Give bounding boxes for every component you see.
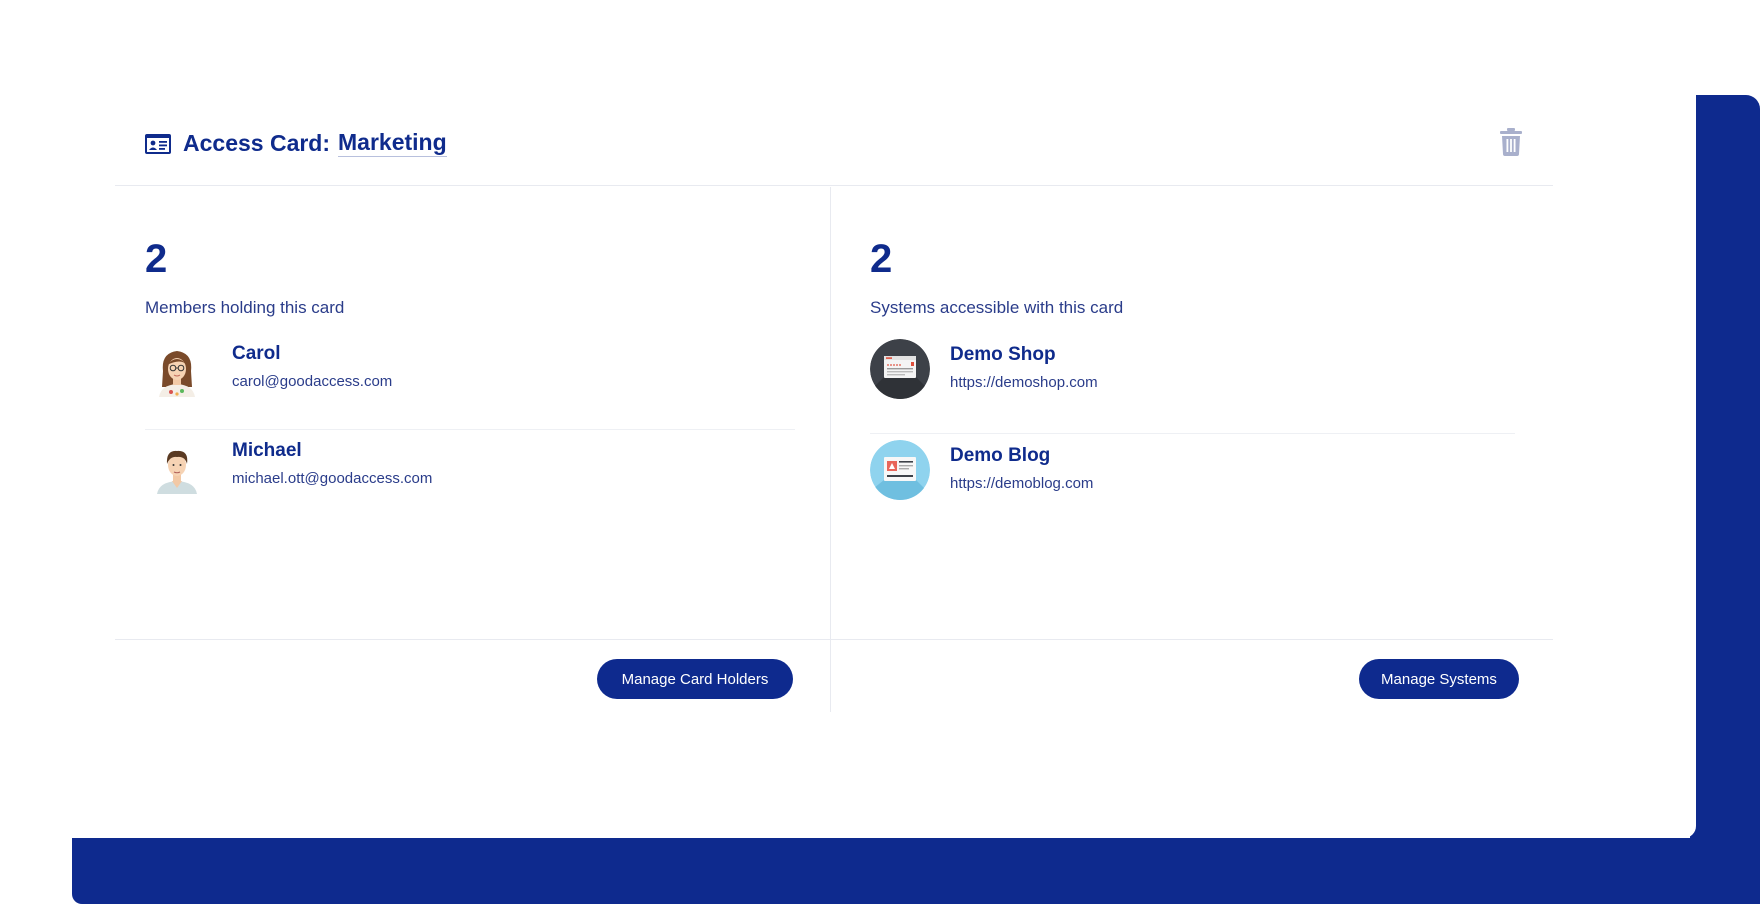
members-caption: Members holding this card bbox=[145, 298, 345, 317]
member-email: michael.ott@goodaccess.com bbox=[232, 470, 433, 487]
system-name: Demo Shop bbox=[950, 344, 1056, 365]
stage: Access Card: Marketing 2 Members holding… bbox=[0, 0, 1760, 904]
card-header: Access Card: Marketing bbox=[115, 110, 1553, 186]
backdrop-right bbox=[1690, 95, 1760, 904]
system-url: https://demoblog.com bbox=[950, 475, 1094, 492]
blog-webpage-icon bbox=[870, 440, 930, 500]
card-name-field[interactable]: Marketing bbox=[338, 129, 447, 157]
member-email: carol@goodaccess.com bbox=[232, 373, 393, 390]
members-list: Carol carol@goodaccess.com Michael micha… bbox=[145, 333, 795, 527]
column-divider bbox=[830, 187, 831, 712]
systems-count: 2 bbox=[870, 237, 893, 281]
male-avatar-icon bbox=[157, 450, 197, 494]
id-card-icon bbox=[145, 134, 171, 154]
systems-list: Demo Shop https://demoshop.com Demo Blog… bbox=[870, 333, 1515, 535]
members-column: 2 Members holding this card Carol carol@… bbox=[145, 187, 795, 639]
access-card-panel: Access Card: Marketing 2 Members holding… bbox=[0, 0, 1696, 838]
list-item[interactable]: Michael michael.ott@goodaccess.com bbox=[145, 430, 795, 527]
backdrop-bottom bbox=[72, 838, 1760, 904]
shop-webpage-icon bbox=[870, 339, 930, 399]
systems-column: 2 Systems accessible with this card Demo… bbox=[870, 187, 1515, 639]
female-avatar-icon bbox=[159, 351, 195, 397]
member-name: Carol bbox=[232, 343, 281, 364]
systems-caption: Systems accessible with this card bbox=[870, 298, 1124, 317]
members-count: 2 bbox=[145, 237, 168, 281]
list-item[interactable]: Carol carol@goodaccess.com bbox=[145, 333, 795, 430]
list-item[interactable]: Demo Shop https://demoshop.com bbox=[870, 333, 1515, 434]
trash-icon[interactable] bbox=[1499, 128, 1523, 156]
card-footer-divider bbox=[115, 639, 1553, 640]
system-url: https://demoshop.com bbox=[950, 374, 1098, 391]
system-name: Demo Blog bbox=[950, 445, 1051, 466]
manage-systems-button[interactable]: Manage Systems bbox=[1359, 659, 1519, 699]
header-label: Access Card: bbox=[183, 130, 331, 156]
member-name: Michael bbox=[232, 440, 302, 461]
manage-card-holders-button[interactable]: Manage Card Holders bbox=[597, 659, 793, 699]
list-item[interactable]: Demo Blog https://demoblog.com bbox=[870, 434, 1515, 535]
